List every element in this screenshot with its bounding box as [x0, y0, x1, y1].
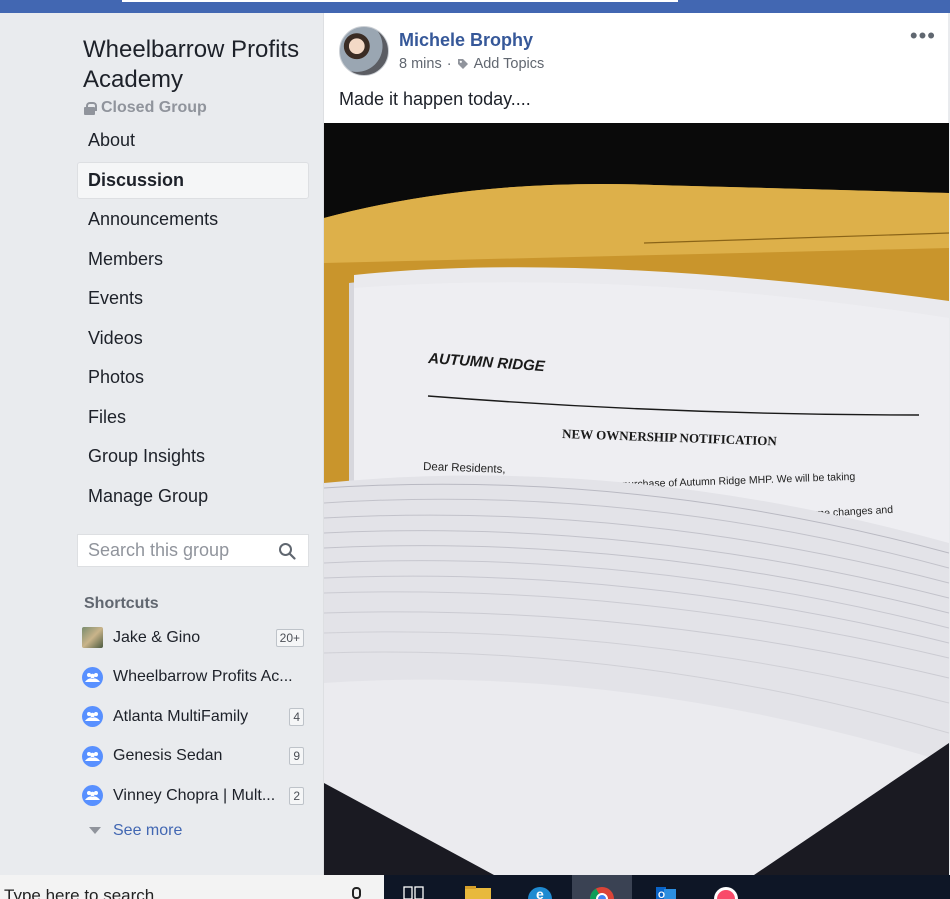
group-title[interactable]: Wheelbarrow Profits Academy — [83, 35, 303, 95]
taskbar-search[interactable]: Type here to search — [0, 875, 384, 899]
shortcut-count-badge: 20+ — [275, 628, 304, 647]
nav-item-group-insights[interactable]: Group Insights — [77, 438, 309, 475]
outlook-icon[interactable]: O — [634, 875, 694, 899]
add-topics-link[interactable]: Add Topics — [474, 56, 545, 72]
shortcuts-list: Jake & Gino 20+ Wheelbarrow Profits Ac..… — [82, 618, 304, 846]
taskbar-search-text: Type here to search — [4, 886, 155, 899]
shortcut-label: Jake & Gino — [113, 628, 201, 646]
shortcut-wheelbarrow-profits[interactable]: Wheelbarrow Profits Ac... — [82, 658, 304, 698]
group-sidebar: Wheelbarrow Profits Academy Closed Group… — [0, 13, 322, 875]
nav-item-about[interactable]: About — [77, 122, 309, 159]
nav-item-manage-group[interactable]: Manage Group — [77, 478, 309, 515]
group-search-input[interactable] — [78, 540, 268, 561]
shortcut-jake-gino[interactable]: Jake & Gino 20+ — [82, 618, 304, 658]
shortcut-count-badge: 4 — [289, 707, 304, 726]
shortcut-avatar — [82, 627, 103, 649]
top-search-strip[interactable] — [122, 0, 678, 2]
shortcut-count-badge: 9 — [289, 747, 304, 766]
nav-item-discussion[interactable]: Discussion — [77, 161, 309, 199]
nav-item-events[interactable]: Events — [77, 280, 309, 317]
group-search-box — [77, 534, 309, 567]
author-avatar[interactable] — [339, 26, 389, 76]
itunes-icon[interactable] — [696, 875, 756, 899]
group-icon — [82, 666, 103, 688]
nav-item-files[interactable]: Files — [77, 399, 309, 436]
group-icon — [82, 706, 103, 728]
privacy-label: Closed Group — [101, 99, 207, 116]
shortcuts-heading: Shortcuts — [84, 595, 159, 612]
group-nav: About Discussion Announcements Members E… — [77, 122, 309, 517]
see-more-link[interactable]: See more — [82, 816, 304, 846]
post-author[interactable]: Michele Brophy — [399, 30, 533, 51]
top-navigation-bar — [0, 0, 950, 13]
task-view-icon[interactable] — [384, 875, 444, 899]
svg-text:O: O — [658, 890, 665, 899]
shortcut-label: Wheelbarrow Profits Ac... — [113, 668, 293, 686]
meta-separator: · — [446, 56, 452, 72]
post-timestamp[interactable]: 8 mins — [399, 56, 442, 72]
group-privacy: Closed Group — [84, 99, 207, 117]
shortcut-count-badge: 2 — [289, 786, 304, 805]
windows-taskbar: Type here to search e O — [0, 875, 950, 899]
photo-content: AUTUMN RIDGE NEW OWNERSHIP NOTIFICATION … — [324, 123, 949, 875]
shortcut-label: Genesis Sedan — [113, 747, 223, 765]
shortcut-vinney-chopra[interactable]: Vinney Chopra | Mult... 2 — [82, 776, 304, 816]
microphone-icon[interactable] — [352, 887, 361, 899]
nav-item-photos[interactable]: Photos — [77, 359, 309, 396]
more-options-icon[interactable]: ••• — [910, 25, 936, 47]
shortcut-atlanta-multifamily[interactable]: Atlanta MultiFamily 4 — [82, 697, 304, 737]
nav-item-announcements[interactable]: Announcements — [77, 201, 309, 238]
nav-item-videos[interactable]: Videos — [77, 320, 309, 357]
edge-browser-icon[interactable]: e — [510, 875, 570, 899]
feed-post: Michele Brophy 8 mins · Add Topics ••• M… — [323, 13, 949, 875]
tag-icon — [457, 59, 468, 69]
group-icon — [82, 745, 103, 767]
search-icon[interactable] — [278, 542, 296, 560]
file-explorer-icon[interactable] — [448, 875, 508, 899]
nav-item-members[interactable]: Members — [77, 241, 309, 278]
shortcut-genesis-sedan[interactable]: Genesis Sedan 9 — [82, 737, 304, 777]
lock-icon — [84, 102, 97, 115]
post-photo[interactable]: AUTUMN RIDGE NEW OWNERSHIP NOTIFICATION … — [324, 123, 949, 875]
svg-text:e: e — [536, 886, 544, 899]
chevron-down-icon — [89, 827, 101, 834]
post-meta: 8 mins · Add Topics — [399, 56, 544, 72]
post-text: Made it happen today.... — [339, 89, 531, 109]
shortcut-label: Atlanta MultiFamily — [113, 707, 249, 725]
shortcut-label: Vinney Chopra | Mult... — [113, 786, 276, 804]
chrome-icon[interactable] — [572, 875, 632, 899]
see-more-label: See more — [113, 821, 183, 839]
group-icon — [82, 785, 103, 807]
